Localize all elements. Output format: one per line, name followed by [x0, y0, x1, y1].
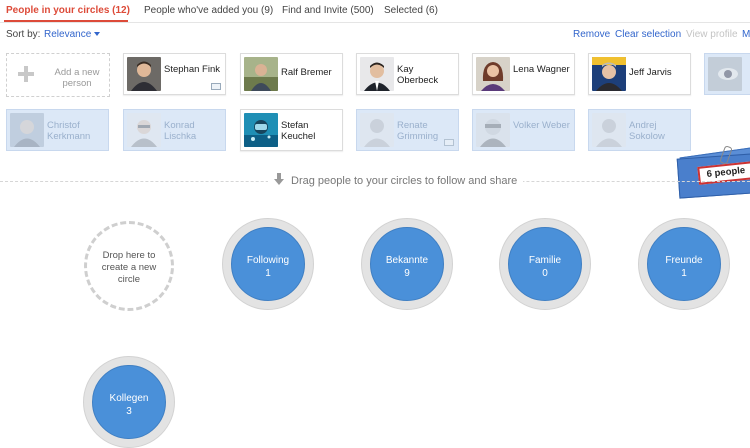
- circle-inner: Familie 0: [508, 227, 582, 301]
- drag-people-stack[interactable]: 6 people: [676, 145, 750, 199]
- drag-hint-text: Drag people to your circles to follow an…: [291, 175, 518, 187]
- person-card-volker-weber[interactable]: Volker Weber: [472, 109, 575, 151]
- circle-name: Familie: [528, 255, 562, 266]
- circle-tabs: People in your circles (12) People who'v…: [0, 0, 750, 23]
- avatar: [476, 57, 510, 91]
- tab-selected[interactable]: Selected (6): [384, 5, 438, 16]
- person-card-jeff-jarvis[interactable]: Jeff Jarvis: [588, 53, 691, 95]
- circle-count: 0: [542, 268, 548, 279]
- person-card-konrad-lischka[interactable]: Konrad Lischka: [123, 109, 226, 151]
- circle-inner: Kollegen 3: [92, 365, 166, 439]
- dropzone-label: Drop here to create a new circle: [101, 250, 157, 285]
- person-card-christof-kerkmann[interactable]: Christof Kerkmann: [6, 109, 109, 151]
- circle-name: Following: [246, 255, 290, 266]
- person-card-renate-grimming[interactable]: Renate Grimming: [356, 109, 459, 151]
- person-card-ralf-bremer[interactable]: Ralf Bremer: [240, 53, 343, 95]
- avatar: [592, 57, 626, 91]
- sort-value: Relevance: [44, 29, 92, 40]
- circle-kollegen[interactable]: Kollegen 3: [83, 356, 175, 448]
- person-name: Konrad Lischka: [164, 120, 197, 142]
- circle-count: 1: [681, 268, 687, 279]
- avatar: [476, 113, 510, 147]
- active-tab-indicator: [4, 20, 128, 22]
- person-name: Stephan Fink: [164, 64, 220, 75]
- person-card-stefan-keuchel[interactable]: Stefan Keuchel: [240, 109, 343, 151]
- tab-find-and-invite[interactable]: Find and Invite (500): [282, 5, 374, 16]
- new-circle-dropzone[interactable]: Drop here to create a new circle: [84, 221, 174, 311]
- plus-icon: [18, 66, 34, 82]
- avatar: [708, 57, 742, 91]
- person-name: Christof Kerkmann: [47, 120, 91, 142]
- mail-icon: [444, 139, 454, 146]
- avatar: [360, 113, 394, 147]
- circle-inner: Following 1: [231, 227, 305, 301]
- arrow-down-icon: [274, 173, 284, 185]
- circle-name: Kollegen: [109, 393, 149, 404]
- avatar: [244, 113, 278, 147]
- avatar: [360, 57, 394, 91]
- circle-count: 1: [265, 268, 271, 279]
- view-profile-button[interactable]: View profile: [686, 29, 738, 40]
- more-button-truncated[interactable]: M: [742, 29, 750, 40]
- person-name: Stefan Keuchel: [281, 120, 316, 142]
- circle-name: Bekannte: [385, 255, 429, 266]
- circle-count: 9: [404, 268, 410, 279]
- circle-count: 3: [126, 406, 132, 417]
- person-card-lena-wagner[interactable]: Lena Wagner: [472, 53, 575, 95]
- person-name: Jeff Jarvis: [629, 67, 672, 78]
- avatar: [592, 113, 626, 147]
- person-name: Lena Wagner: [513, 64, 570, 75]
- toolbar: Sort by: Relevance Remove Clear selectio…: [0, 27, 750, 43]
- add-person-label: Add a new person: [54, 67, 100, 89]
- clear-selection-button[interactable]: Clear selection: [615, 29, 681, 40]
- sort-dropdown[interactable]: Relevance: [44, 29, 101, 40]
- sort-label: Sort by:: [6, 29, 41, 40]
- drag-hint: Drag people to your circles to follow an…: [268, 173, 524, 187]
- person-name: Kay Oberbeck: [397, 64, 439, 86]
- avatar: [127, 113, 161, 147]
- avatar: [244, 57, 278, 91]
- tab-people-in-circles[interactable]: People in your circles (12): [6, 5, 130, 16]
- person-card-partial[interactable]: [704, 53, 750, 95]
- person-name: Andrej Sokolow: [629, 120, 665, 142]
- add-person-button[interactable]: Add a new person: [6, 53, 110, 97]
- person-name: Ralf Bremer: [281, 67, 332, 78]
- avatar: [127, 57, 161, 91]
- circle-inner: Bekannte 9: [370, 227, 444, 301]
- remove-button[interactable]: Remove: [573, 29, 610, 40]
- avatar: [10, 113, 44, 147]
- person-name: Volker Weber: [513, 120, 570, 131]
- person-card-kay-oberbeck[interactable]: Kay Oberbeck: [356, 53, 459, 95]
- circle-familie[interactable]: Familie 0: [499, 218, 591, 310]
- person-card-stephan-fink[interactable]: Stephan Fink: [123, 53, 226, 95]
- chevron-down-icon: [94, 32, 101, 36]
- circle-freunde[interactable]: Freunde 1: [638, 218, 730, 310]
- mail-icon: [211, 83, 221, 90]
- tab-people-added-you[interactable]: People who've added you (9): [144, 5, 273, 16]
- circle-inner: Freunde 1: [647, 227, 721, 301]
- circle-bekannte[interactable]: Bekannte 9: [361, 218, 453, 310]
- circle-following[interactable]: Following 1: [222, 218, 314, 310]
- circle-name: Freunde: [665, 255, 703, 266]
- person-card-andrej-sokolow[interactable]: Andrej Sokolow: [588, 109, 691, 151]
